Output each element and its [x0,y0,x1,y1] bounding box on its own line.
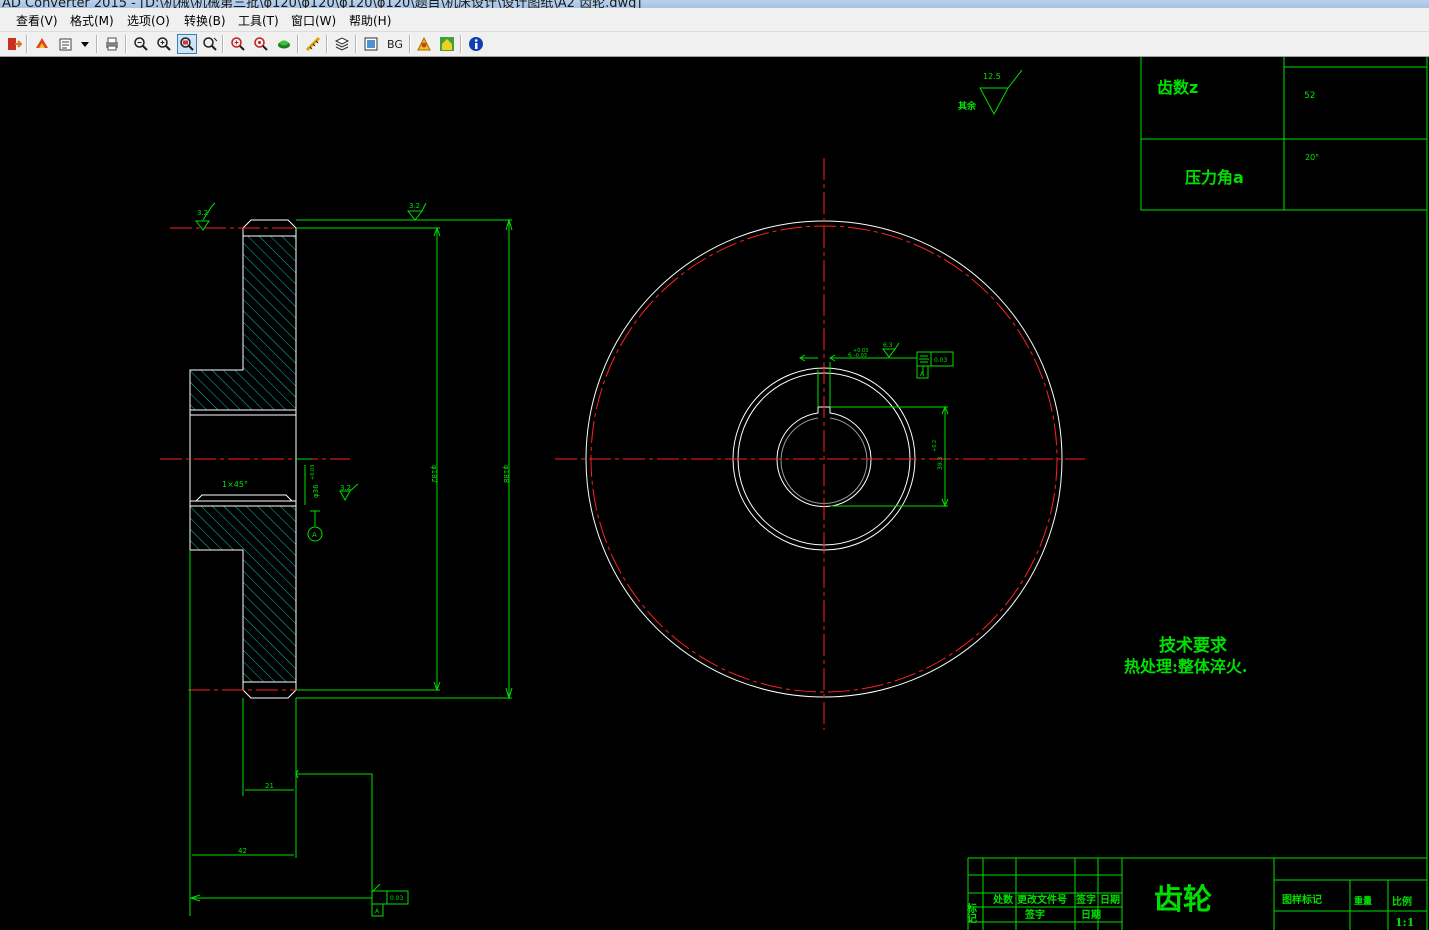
batch-convert-icon[interactable] [56,34,76,54]
bore-diameter: φ36 [312,484,320,498]
window-title: AD Converter 2015 - [D:\机械\机械第三批\φ120\φ1… [2,0,642,8]
roughness-top-left: 3.2 [197,209,208,217]
tb-weight: 重量 [1354,895,1372,907]
exit-icon[interactable] [4,34,24,54]
tb-date: 日期 [1100,893,1120,906]
menu-help[interactable]: 帮助(H) [349,12,391,29]
tech-req-title: 技术要求 [1159,635,1227,656]
pressure-label: 压力角a [1185,168,1244,187]
runout-datum: A [375,908,380,915]
tb-count: 处数 [992,893,1014,906]
print-icon[interactable] [102,34,122,54]
background-icon[interactable]: BG [384,34,406,54]
tb-mark: 标记 [965,902,978,923]
title-part-name: 齿轮 [1154,882,1212,916]
diameter-outer: φ188 [502,465,510,483]
keyway-depth-tol: +0.2 [932,440,938,452]
symmetry-datum: A [920,371,925,378]
symmetry-tolerance: 0.03 [934,357,948,364]
zoom-window-icon[interactable] [177,34,197,54]
symmetry-icon [919,355,929,363]
roughness-overall-label: 其余 [958,100,977,112]
tb-scale-value: 1:1 [1395,916,1414,929]
zoom-realtime-icon[interactable] [228,34,248,54]
pressure-value: 20° [1305,153,1319,162]
tb-stage-mark: 图样标记 [1282,893,1322,906]
layers-icon[interactable] [332,34,352,54]
home-icon[interactable] [437,34,457,54]
roughness-top-right: 3.2 [409,202,420,210]
measure-icon[interactable] [303,34,323,54]
menu-window[interactable]: 窗口(W) [291,12,336,29]
width-total: 42 [238,847,247,855]
diameter-inner: φ182 [430,465,438,483]
background-label: BG [387,37,403,51]
person-icon[interactable] [414,34,434,54]
roughness-overall: 12.5 其余 [958,69,1023,116]
side-view: 3.2 3.2 3.2 1×45° φ36 +0.03 φ182 φ188 21… [160,202,513,917]
keyway-depth: 39.3 [937,456,944,470]
keyway-width: 6 [848,352,852,359]
menu-convert[interactable]: 转换(B) [184,12,226,29]
tech-requirements: 技术要求 热处理:整体淬火. [1124,635,1247,676]
tb-doc-number: 更改文件号 [1017,893,1067,906]
keyway-tol-lower: -0.03 [854,353,867,359]
dropdown-arrow-icon[interactable] [78,34,92,54]
roughness-overall-value: 12.5 [983,72,1001,81]
pan-icon[interactable] [200,34,220,54]
tb-date-2: 日期 [1081,908,1101,921]
menu-format[interactable]: 格式(M) [70,12,114,29]
keyway-roughness: 6.3 [883,342,893,349]
zoom-out-icon[interactable] [131,34,151,54]
teeth-value: 52 [1304,91,1315,101]
drawing-canvas[interactable]: 3.2 3.2 3.2 1×45° φ36 +0.03 φ182 φ188 21… [0,57,1429,930]
title-bar: AD Converter 2015 - [D:\机械\机械第三批\φ120\φ1… [0,0,1429,8]
view-icon[interactable] [361,34,381,54]
tb-sign: 签字 [1075,893,1096,906]
datum-a-label: A [312,531,317,539]
front-view: +0.03 6 -0.03 6.3 0.03 A 39.3 +0.2 [555,158,1085,730]
tech-req-line1: 热处理:整体淬火. [1124,657,1247,676]
roughness-bore: 3.2 [340,484,351,492]
menu-view[interactable]: 查看(V) [16,12,58,29]
toolbar: BG [0,32,1429,57]
runout-tolerance: 0.03 [390,895,404,902]
bore-tolerance: +0.03 [310,465,316,480]
convert-icon[interactable] [32,34,52,54]
width-hub: 21 [265,782,274,790]
chamfer-label: 1×45° [222,480,248,489]
zoom-in-icon[interactable] [154,34,174,54]
menu-tools[interactable]: 工具(T) [238,12,279,29]
teeth-label: 齿数z [1157,78,1198,97]
parameter-table [1140,57,1428,930]
layer-icon[interactable] [274,34,294,54]
menu-bar: 查看(V) 格式(M) 选项(O) 转换(B) 工具(T) 窗口(W) 帮助(H… [0,8,1429,32]
info-icon[interactable] [466,34,486,54]
zoom-extents-icon[interactable] [251,34,271,54]
tb-scale: 比例 [1392,895,1412,908]
menu-options[interactable]: 选项(O) [127,12,170,29]
tb-sign-2: 签字 [1024,908,1045,921]
